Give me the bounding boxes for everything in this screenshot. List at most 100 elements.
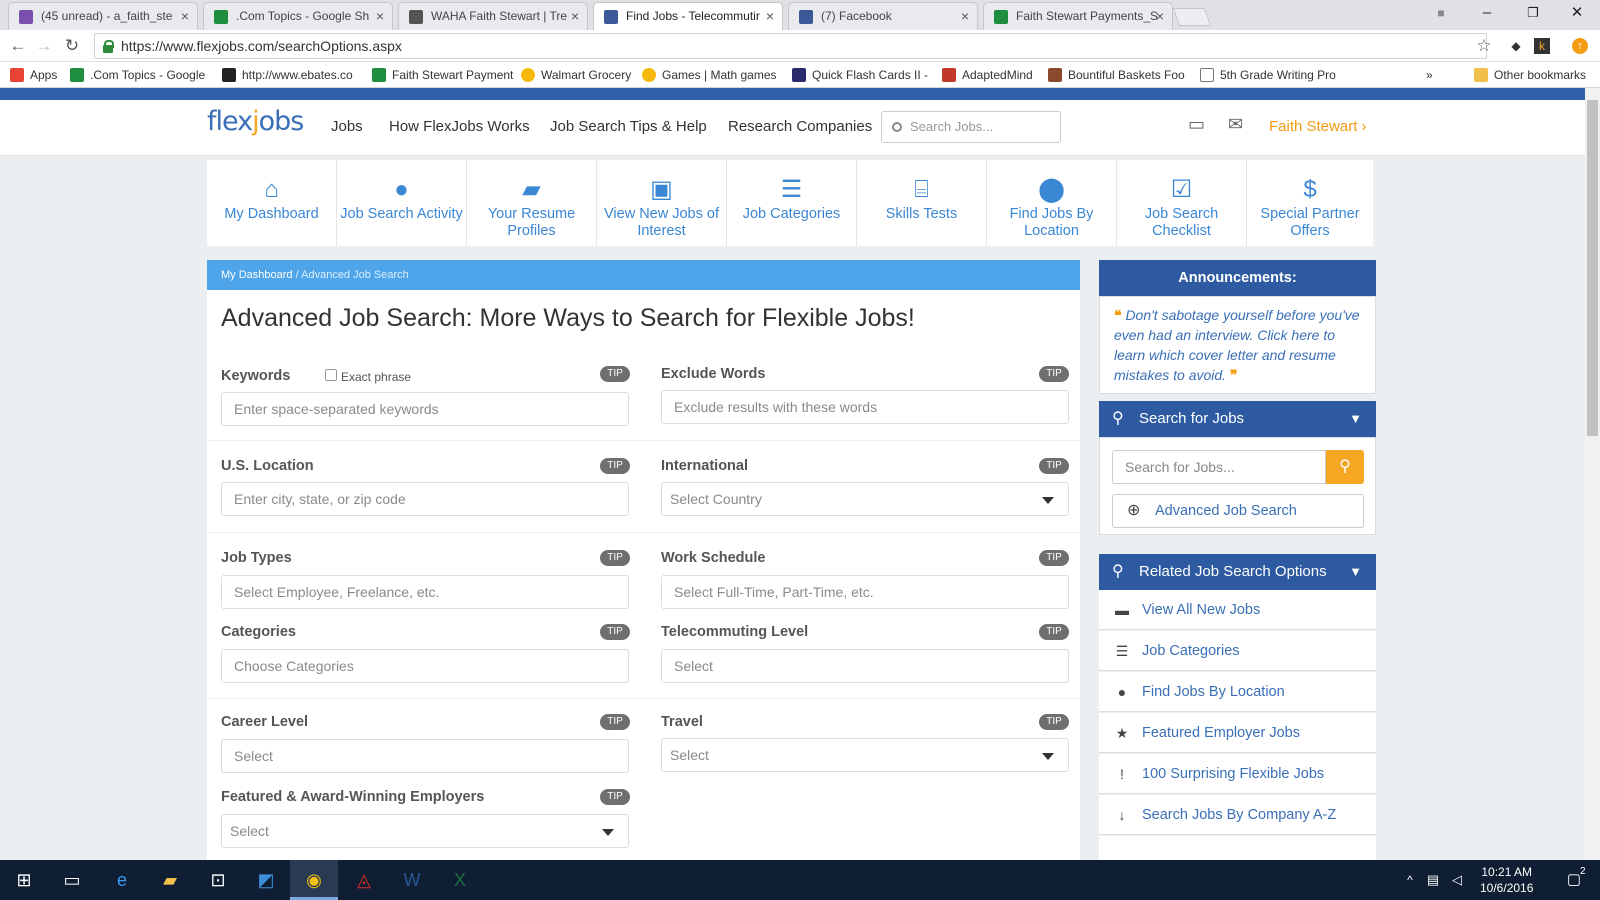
close-icon[interactable]: × — [181, 3, 189, 30]
related-surprising-jobs[interactable]: ! 100 Surprising Flexible Jobs — [1099, 754, 1376, 794]
tile-checklist[interactable]: ☑ Job Search Checklist — [1117, 160, 1247, 246]
bookmark-apps[interactable]: Apps — [10, 62, 57, 88]
bookmark-adaptedmind[interactable]: AdaptedMind — [942, 62, 1033, 88]
folder-icon[interactable]: ▭ — [1188, 114, 1205, 135]
site-search-input[interactable]: Search Jobs... — [881, 111, 1061, 143]
tile-jobs-by-location[interactable]: ⬤ Find Jobs By Location — [987, 160, 1117, 246]
close-icon[interactable]: × — [571, 3, 579, 30]
acrobat-icon[interactable]: ◬ — [340, 860, 388, 900]
profile-icon[interactable]: ■ — [1418, 0, 1464, 28]
extension-k-icon[interactable]: k — [1534, 38, 1550, 54]
tip-badge[interactable]: TIP — [1039, 624, 1069, 640]
related-item-partial[interactable] — [1099, 836, 1376, 860]
chrome-icon[interactable]: ◉ — [290, 860, 338, 900]
browser-tab-flexjobs[interactable]: Find Jobs - Telecommutir × — [593, 2, 783, 30]
tile-job-search-activity[interactable]: ● Job Search Activity — [337, 160, 467, 246]
tip-badge[interactable]: TIP — [1039, 714, 1069, 730]
reload-button[interactable]: ↻ — [60, 34, 84, 58]
extension-icon[interactable]: ◆ — [1504, 34, 1528, 58]
new-tab-button[interactable] — [1172, 8, 1212, 26]
bookmark-com-topics[interactable]: .Com Topics - Google — [70, 62, 205, 88]
windows-start-icon[interactable]: ⊞ — [0, 860, 48, 900]
envelope-icon[interactable]: ✉ — [1228, 114, 1243, 135]
close-icon[interactable]: × — [961, 3, 969, 30]
bookmark-payments[interactable]: Faith Stewart Payment — [372, 62, 513, 88]
sidebar-search-button[interactable]: ⚲ — [1326, 450, 1364, 484]
tile-partner-offers[interactable]: $ Special Partner Offers — [1247, 160, 1373, 246]
bookmark-flash-cards[interactable]: Quick Flash Cards II - — [792, 62, 928, 88]
tile-skills-tests[interactable]: ⌸ Skills Tests — [857, 160, 987, 246]
action-center-icon[interactable]: ▢ 2 — [1550, 860, 1598, 900]
store-icon[interactable]: ⊡ — [194, 860, 242, 900]
close-icon[interactable]: × — [766, 3, 774, 30]
volume-icon[interactable]: ◁ — [1446, 860, 1468, 900]
tip-badge[interactable]: TIP — [600, 366, 630, 382]
outlook-icon[interactable]: ◩ — [242, 860, 290, 900]
more-bookmarks-button[interactable]: » — [1426, 62, 1433, 88]
word-icon[interactable]: W — [388, 860, 436, 900]
tile-new-jobs[interactable]: ▣ View New Jobs of Interest — [597, 160, 727, 246]
bookmark-walmart[interactable]: Walmart Grocery — [521, 62, 631, 88]
excel-icon[interactable]: X — [436, 860, 484, 900]
breadcrumb-home-link[interactable]: My Dashboard — [221, 269, 293, 281]
announcement-link[interactable]: ❝ Don't sabotage yourself before you've … — [1099, 296, 1376, 394]
tip-badge[interactable]: TIP — [1039, 366, 1069, 382]
related-featured-employer-jobs[interactable]: ★ Featured Employer Jobs — [1099, 713, 1376, 753]
search-for-jobs-heading[interactable]: ⚲ Search for Jobs ▼ — [1099, 401, 1376, 437]
tip-badge[interactable]: TIP — [1039, 458, 1069, 474]
bookmark-writing[interactable]: 5th Grade Writing Pro — [1200, 62, 1336, 88]
nav-tips-help[interactable]: Job Search Tips & Help — [550, 118, 707, 135]
travel-select[interactable]: Select — [661, 738, 1069, 772]
minimize-button[interactable]: – — [1464, 0, 1510, 28]
scrollbar-thumb[interactable] — [1587, 100, 1598, 436]
browser-tab-sheets-topics[interactable]: .Com Topics - Google Sh × — [203, 2, 393, 30]
tile-job-categories[interactable]: ☰ Job Categories — [727, 160, 857, 246]
nav-how-it-works[interactable]: How FlexJobs Works — [389, 118, 530, 135]
browser-tab-trello[interactable]: WAHA Faith Stewart | Tre × — [398, 2, 588, 30]
system-clock[interactable]: 10:21 AM 10/6/2016 — [1480, 864, 1533, 896]
related-options-heading[interactable]: ⚲ Related Job Search Options ▼ — [1099, 554, 1376, 590]
keywords-input[interactable]: Enter space-separated keywords — [221, 392, 629, 426]
user-menu[interactable]: Faith Stewart › — [1269, 118, 1367, 135]
close-icon[interactable]: × — [1156, 3, 1164, 30]
back-button[interactable]: ← — [6, 34, 30, 58]
tip-badge[interactable]: TIP — [600, 789, 630, 805]
categories-select[interactable]: Choose Categories — [221, 649, 629, 683]
related-job-categories[interactable]: ☰ Job Categories — [1099, 631, 1376, 671]
forward-button[interactable]: → — [32, 34, 56, 58]
bookmark-bountiful-baskets[interactable]: Bountiful Baskets Foo — [1048, 62, 1185, 88]
nav-jobs[interactable]: Jobs — [331, 118, 363, 135]
file-explorer-icon[interactable]: ▰ — [146, 860, 194, 900]
country-select[interactable]: Select Country — [661, 482, 1069, 516]
other-bookmarks-folder[interactable]: Other bookmarks — [1474, 62, 1586, 88]
job-types-select[interactable]: Select Employee, Freelance, etc. — [221, 575, 629, 609]
close-icon[interactable]: × — [376, 3, 384, 30]
browser-tab-facebook[interactable]: (7) Facebook × — [788, 2, 978, 30]
work-schedule-select[interactable]: Select Full-Time, Part-Time, etc. — [661, 575, 1069, 609]
tip-badge[interactable]: TIP — [600, 550, 630, 566]
related-view-all-new-jobs[interactable]: ▬ View All New Jobs — [1099, 590, 1376, 630]
sidebar-search-input[interactable]: Search for Jobs... — [1112, 450, 1326, 484]
tile-my-dashboard[interactable]: ⌂ My Dashboard — [207, 160, 337, 246]
telecommuting-level-select[interactable]: Select — [661, 649, 1069, 683]
address-bar[interactable]: https://www.flexjobs.com/searchOptions.a… — [94, 33, 1487, 59]
window-close-button[interactable]: ✕ — [1554, 0, 1600, 28]
restore-button[interactable]: ❐ — [1510, 0, 1556, 28]
tip-badge[interactable]: TIP — [600, 714, 630, 730]
related-company-a-z[interactable]: ↓ Search Jobs By Company A-Z — [1099, 795, 1376, 835]
edge-icon[interactable]: e — [98, 860, 146, 900]
browser-tab-sheets-payments[interactable]: Faith Stewart Payments_S × — [983, 2, 1173, 30]
bookmark-math-games[interactable]: Games | Math games — [642, 62, 777, 88]
tip-badge[interactable]: TIP — [600, 458, 630, 474]
task-view-icon[interactable]: ▭ — [48, 860, 96, 900]
nav-research-companies[interactable]: Research Companies — [728, 118, 872, 135]
us-location-input[interactable]: Enter city, state, or zip code — [221, 482, 629, 516]
exact-phrase-checkbox[interactable] — [325, 369, 337, 381]
tip-badge[interactable]: TIP — [600, 624, 630, 640]
exclude-words-input[interactable]: Exclude results with these words — [661, 390, 1069, 424]
browser-tab-gmail[interactable]: (45 unread) - a_faith_ste × — [8, 2, 198, 30]
extension-orange-icon[interactable]: ↑ — [1572, 38, 1588, 54]
advanced-job-search-button[interactable]: ⊕ Advanced Job Search — [1112, 494, 1364, 528]
tile-resume-profiles[interactable]: ▰ Your Resume Profiles — [467, 160, 597, 246]
bookmark-ebates[interactable]: http://www.ebates.co — [222, 62, 353, 88]
